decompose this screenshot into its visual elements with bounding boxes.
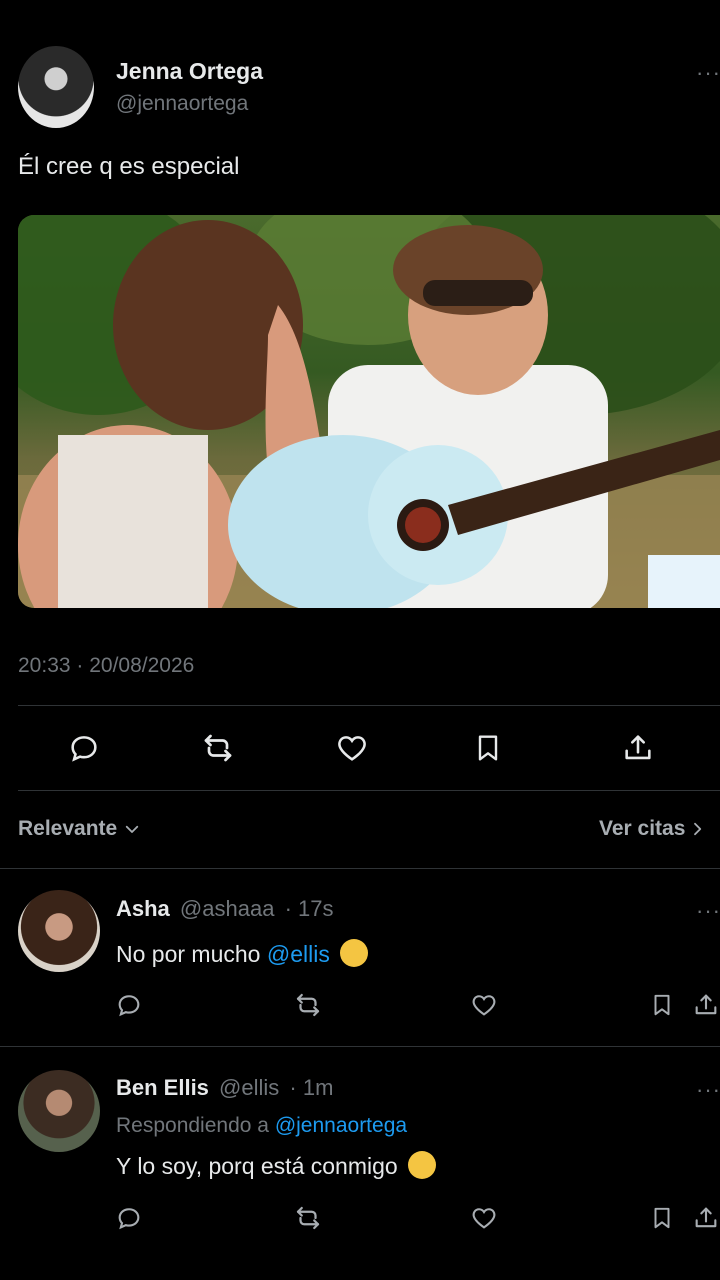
reply-author-handle[interactable]: @ashaaa — [180, 896, 275, 921]
smirking-face-emoji — [408, 1150, 437, 1179]
heart-icon[interactable] — [468, 989, 500, 1021]
chevron-down-icon — [123, 820, 141, 838]
reply-avatar[interactable] — [18, 1070, 100, 1152]
divider — [18, 705, 720, 706]
replying-to-link[interactable]: @jennaortega — [275, 1114, 407, 1137]
retweet-icon[interactable] — [198, 728, 238, 768]
photo-scene — [18, 215, 720, 608]
reply-time[interactable]: · 17s — [285, 896, 334, 921]
author-name[interactable]: Jenna Ortega — [116, 58, 263, 85]
divider — [0, 1046, 720, 1047]
author-handle[interactable]: @jennaortega — [116, 92, 248, 116]
reply-text: Y lo soy, porq está conmigo — [116, 1150, 437, 1182]
zany-face-emoji — [340, 938, 369, 967]
share-icon[interactable] — [618, 728, 658, 768]
reply-icon[interactable] — [64, 728, 104, 768]
sort-dropdown[interactable]: Relevante — [18, 817, 141, 841]
reply-icon[interactable] — [113, 1202, 145, 1234]
more-dots-icon[interactable]: ··· — [696, 900, 720, 922]
more-dots-icon[interactable]: ··· — [696, 62, 720, 84]
bookmark-icon[interactable] — [646, 1202, 678, 1234]
tweet-photo[interactable] — [18, 215, 720, 608]
reply-avatar[interactable] — [18, 890, 100, 972]
replying-to-label: Respondiendo a — [116, 1114, 269, 1137]
reply-icon[interactable] — [113, 989, 145, 1021]
reply-text: No por mucho @ellis — [116, 938, 369, 970]
reply-time[interactable]: · 1m — [289, 1075, 333, 1100]
author-avatar[interactable] — [18, 46, 94, 128]
view-quotes-link[interactable]: Ver citas — [599, 817, 705, 841]
heart-icon[interactable] — [332, 728, 372, 768]
reply-author-name[interactable]: Asha — [116, 896, 170, 921]
retweet-icon[interactable] — [292, 989, 324, 1021]
chevron-right-icon — [691, 820, 705, 838]
reply-text-body: Y lo soy, porq está conmigo — [116, 1153, 398, 1179]
reply-header: Asha @ashaaa · 17s — [116, 896, 333, 922]
sort-label: Relevante — [18, 817, 118, 840]
divider — [0, 868, 720, 869]
divider — [18, 790, 720, 791]
share-icon[interactable] — [692, 1202, 720, 1234]
reply-header: Ben Ellis @ellis · 1m — [116, 1075, 333, 1101]
more-dots-icon[interactable]: ··· — [696, 1079, 720, 1101]
reply-author-name[interactable]: Ben Ellis — [116, 1075, 209, 1100]
replying-to: Respondiendo a @jennaortega — [116, 1114, 407, 1138]
reply-text-body: No por mucho — [116, 941, 261, 967]
tweet-timestamp[interactable]: 20:33 · 20/08/2026 — [18, 654, 194, 678]
share-icon[interactable] — [692, 989, 720, 1021]
reply-author-handle[interactable]: @ellis — [219, 1075, 279, 1100]
bookmark-icon[interactable] — [468, 728, 508, 768]
heart-icon[interactable] — [468, 1202, 500, 1234]
view-quotes-label: Ver citas — [599, 817, 686, 840]
bookmark-icon[interactable] — [646, 989, 678, 1021]
retweet-icon[interactable] — [292, 1202, 324, 1234]
mention-link[interactable]: @ellis — [267, 941, 330, 967]
tweet-text: Él cree q es especial — [18, 153, 240, 180]
